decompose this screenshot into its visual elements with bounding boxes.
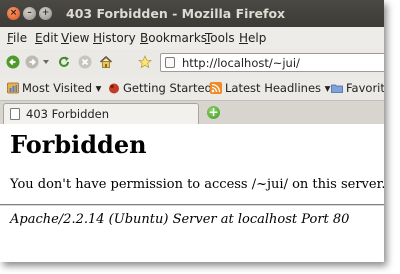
maximize-window-button[interactable]: + bbox=[39, 7, 52, 20]
window-title: 403 Forbidden - Mozilla Firefox bbox=[66, 6, 286, 21]
getting-started-icon bbox=[109, 83, 119, 94]
tab-label: 403 Forbidden bbox=[26, 107, 110, 121]
menu-tools[interactable]: Tools bbox=[205, 31, 235, 45]
bookmark-folder[interactable]: Favorit bbox=[331, 81, 384, 95]
bookmark-latest-headlines[interactable]: Latest Headlines ▾ bbox=[210, 81, 330, 95]
forward-icon[interactable] bbox=[25, 55, 39, 69]
menu-file[interactable]: File bbox=[7, 31, 27, 45]
page-icon bbox=[10, 108, 20, 120]
navigation-toolbar: http://localhost/~jui/ bbox=[0, 49, 384, 76]
bookmark-label: Getting Started bbox=[123, 81, 212, 95]
menu-edit[interactable]: Edit bbox=[35, 31, 58, 45]
bookmark-label: Favorit bbox=[346, 81, 384, 95]
bookmark-most-visited[interactable]: Most Visited ▾ bbox=[7, 81, 101, 95]
divider bbox=[0, 204, 384, 206]
menu-view[interactable]: View bbox=[61, 31, 89, 45]
menu-bookmarks[interactable]: Bookmarks bbox=[140, 31, 207, 45]
reload-icon[interactable] bbox=[57, 55, 71, 69]
bookmarks-toolbar: Most Visited ▾ Getting Started Latest He… bbox=[0, 76, 384, 100]
bookmark-star-icon[interactable] bbox=[138, 55, 152, 69]
error-message: You don't have permission to access /~ju… bbox=[10, 177, 384, 192]
new-tab-button[interactable]: + bbox=[207, 106, 220, 119]
folder-icon bbox=[331, 84, 343, 93]
server-signature: Apache/2.2.14 (Ubuntu) Server at localho… bbox=[10, 212, 350, 227]
bookmark-label: Most Visited ▾ bbox=[22, 81, 102, 95]
tab-403-forbidden[interactable]: 403 Forbidden bbox=[3, 103, 199, 125]
dropdown-icon[interactable] bbox=[41, 55, 51, 69]
home-icon[interactable] bbox=[99, 55, 113, 69]
menu-history[interactable]: History bbox=[93, 31, 136, 45]
page-icon bbox=[165, 57, 175, 68]
page-heading: Forbidden bbox=[10, 130, 147, 159]
title-bar: × – + 403 Forbidden - Mozilla Firefox bbox=[0, 0, 384, 27]
menu-bar: File Edit View History Bookmarks Tools H… bbox=[0, 27, 384, 49]
bookmark-label: Latest Headlines ▾ bbox=[225, 81, 331, 95]
browser-window: × – + 403 Forbidden - Mozilla Firefox Fi… bbox=[0, 0, 384, 262]
back-icon[interactable] bbox=[6, 55, 20, 69]
most-visited-icon bbox=[7, 82, 19, 94]
url-text[interactable]: http://localhost/~jui/ bbox=[182, 56, 300, 70]
tab-strip: 403 Forbidden + bbox=[0, 100, 384, 125]
close-window-button[interactable]: × bbox=[7, 7, 20, 20]
stop-icon[interactable] bbox=[78, 55, 92, 69]
url-bar[interactable]: http://localhost/~jui/ bbox=[160, 53, 384, 72]
rss-feed-icon bbox=[210, 82, 222, 94]
bookmark-getting-started[interactable]: Getting Started bbox=[108, 81, 212, 95]
minimize-window-button[interactable]: – bbox=[23, 7, 36, 20]
page-content: Forbidden You don't have permission to a… bbox=[0, 124, 384, 262]
menu-help[interactable]: Help bbox=[239, 31, 266, 45]
